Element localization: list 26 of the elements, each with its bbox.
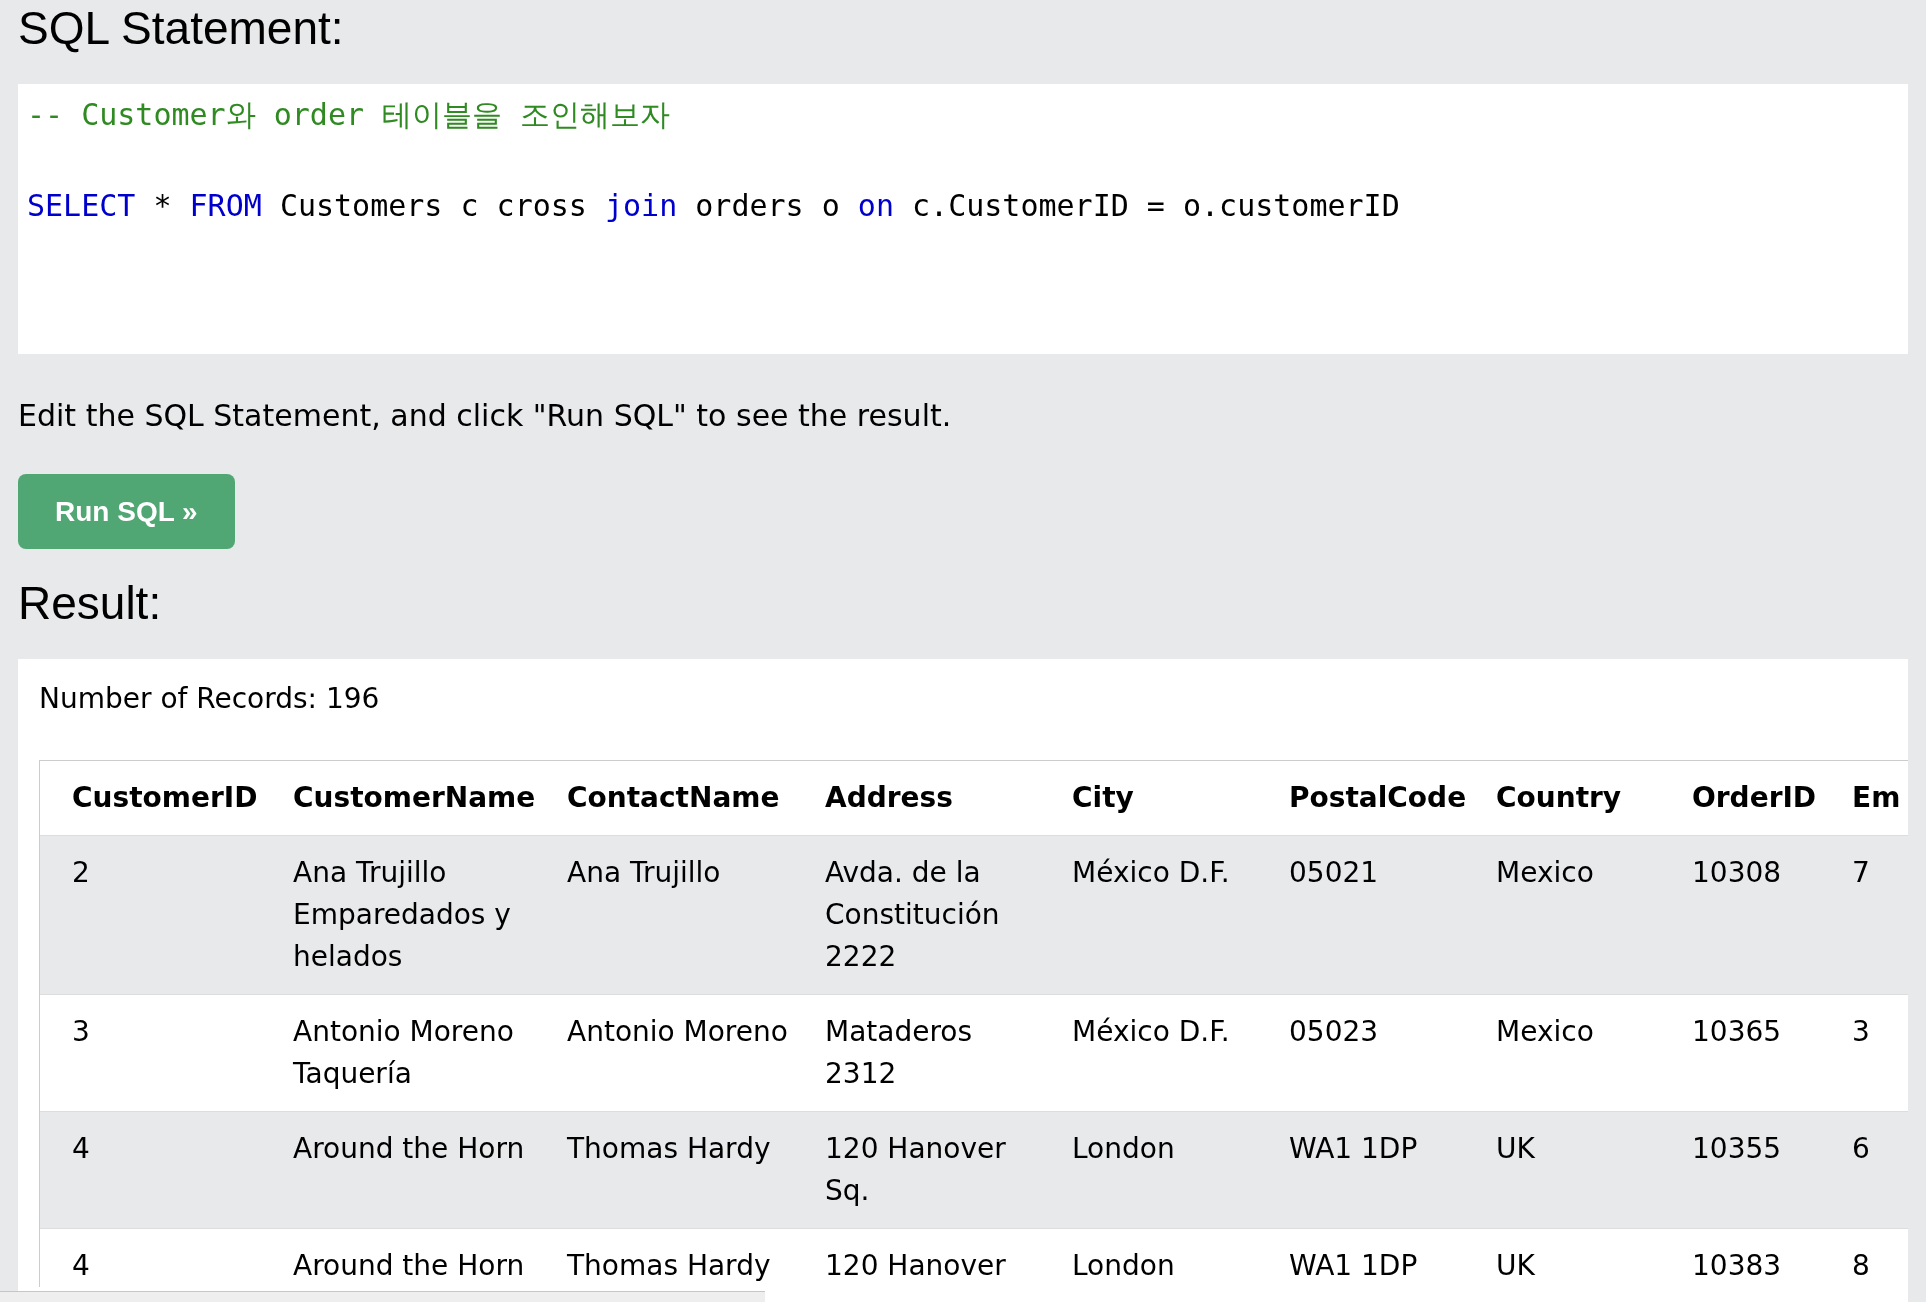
section-heading: SQL Statement: xyxy=(18,1,345,56)
table-cell: Thomas Hardy xyxy=(551,1112,809,1229)
table-cell: 05021 xyxy=(1273,836,1480,995)
table-cell: México D.F. xyxy=(1056,836,1273,995)
table-cell: Mexico xyxy=(1480,836,1676,995)
table-cell: 10355 xyxy=(1676,1112,1836,1229)
code-line: SELECT * FROM Customers c cross join orders o on c.CustomerID = o.customerID xyxy=(27,187,1401,225)
code-line: -- Customer와 order 테이블을 조인해보자 xyxy=(27,96,672,134)
table-cell: 6 xyxy=(1836,1112,1908,1229)
table-cell: 2 xyxy=(40,836,277,995)
table-cell: 120 Hanover Sq. xyxy=(809,1112,1056,1229)
table-cell: WA1 1DP xyxy=(1273,1112,1480,1229)
code-editor[interactable]: -- Customer와 order 테이블을 조인해보자 SELECT * FROM Customers c cross join orders o on c.CustomerID = o.customerID xyxy=(18,84,1908,354)
table-cell: UK xyxy=(1480,1112,1676,1229)
instruction-text: Edit the SQL Statement, and click "Run SQL" to see the result. xyxy=(18,398,953,434)
table-cell: Ana Trujillo xyxy=(551,836,809,995)
record-count: Number of Records: 196 xyxy=(39,681,381,717)
table-cell: London xyxy=(1056,1112,1273,1229)
table-cell: 7 xyxy=(1836,836,1908,995)
table-cell: Ana Trujillo Emparedados y helados xyxy=(277,836,551,995)
section-heading: Result: xyxy=(18,576,163,631)
table-cell: Around the Horn xyxy=(277,1112,551,1229)
table-cell: Avda. de la Constitución 2222 xyxy=(809,836,1056,995)
scrollbar-thumb[interactable] xyxy=(0,1291,765,1302)
table-cell: 10308 xyxy=(1676,836,1836,995)
table-cell: 4 xyxy=(40,1112,277,1229)
